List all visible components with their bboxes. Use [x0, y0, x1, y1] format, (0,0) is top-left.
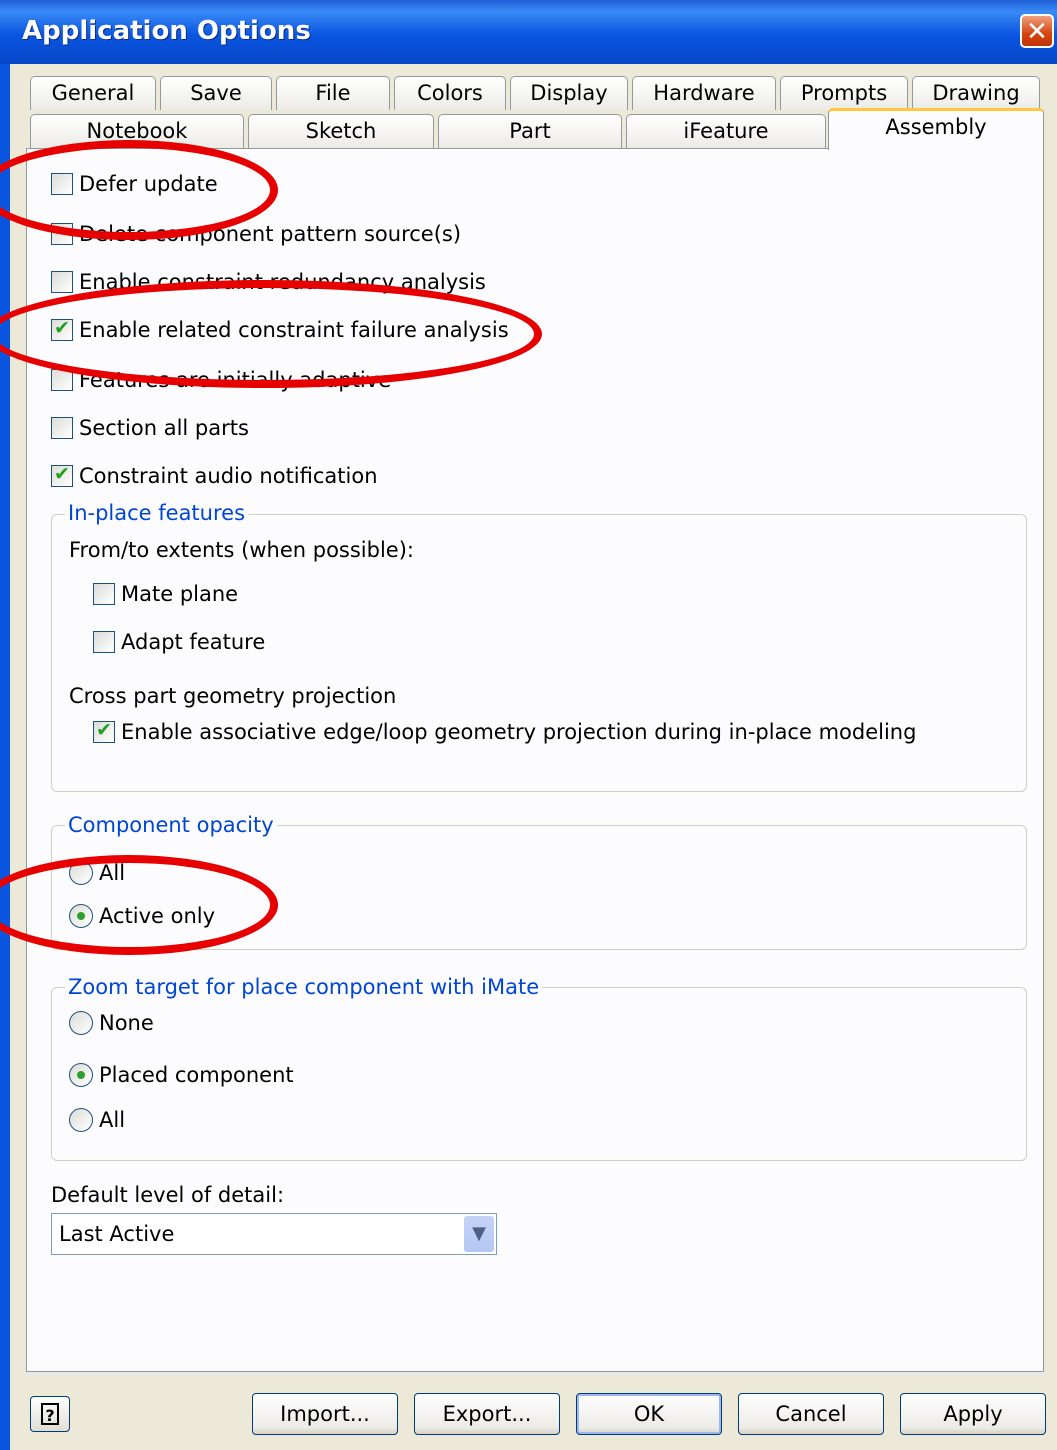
- export-button[interactable]: Export...: [414, 1393, 560, 1435]
- failure-analysis-label: Enable related constraint failure analys…: [79, 318, 509, 342]
- section-all-parts-checkbox[interactable]: [51, 417, 73, 439]
- extents-label: From/to extents (when possible):: [69, 538, 414, 562]
- opacity-all-option[interactable]: All: [69, 858, 125, 888]
- close-button[interactable]: ✕: [1020, 14, 1054, 48]
- assembly-tab-panel: Defer update Delete component pattern so…: [26, 148, 1044, 1372]
- window-title: Application Options: [22, 16, 311, 46]
- zoom-all-label: All: [99, 1108, 126, 1132]
- zoom-placed-component-label: Placed component: [99, 1063, 294, 1087]
- failure-analysis-checkbox[interactable]: [51, 317, 73, 341]
- adapt-feature-checkbox[interactable]: [93, 631, 115, 653]
- application-options-dialog: Application Options ✕ General Save File …: [0, 0, 1057, 1450]
- associative-projection-checkbox[interactable]: [93, 719, 115, 743]
- chevron-down-icon[interactable]: ▼: [464, 1216, 494, 1252]
- title-bar: Application Options ✕: [0, 0, 1057, 64]
- tab-prompts[interactable]: Prompts: [780, 76, 908, 110]
- component-opacity-group: [51, 825, 1027, 950]
- tab-general[interactable]: General: [30, 76, 156, 110]
- delete-pattern-source-option[interactable]: Delete component pattern source(s): [51, 219, 461, 249]
- defer-update-checkbox[interactable]: [51, 173, 73, 195]
- delete-pattern-source-checkbox[interactable]: [51, 223, 73, 245]
- zoom-target-legend: Zoom target for place component with iMa…: [65, 975, 543, 999]
- mate-plane-label: Mate plane: [121, 582, 239, 606]
- redundancy-analysis-checkbox[interactable]: [51, 271, 73, 293]
- apply-button[interactable]: Apply: [900, 1393, 1046, 1435]
- tab-save[interactable]: Save: [160, 76, 272, 110]
- mate-plane-checkbox[interactable]: [93, 583, 115, 605]
- associative-projection-label: Enable associative edge/loop geometry pr…: [121, 720, 917, 744]
- redundancy-analysis-label: Enable constraint redundancy analysis: [79, 270, 486, 294]
- zoom-none-label: None: [99, 1011, 154, 1035]
- opacity-all-radio[interactable]: [69, 861, 93, 885]
- tab-file[interactable]: File: [276, 76, 390, 110]
- zoom-placed-component-radio[interactable]: [69, 1063, 93, 1087]
- audio-notification-label: Constraint audio notification: [79, 464, 378, 488]
- tab-drawing[interactable]: Drawing: [912, 76, 1040, 110]
- zoom-all-radio[interactable]: [69, 1108, 93, 1132]
- window-frame: [0, 64, 10, 1450]
- cross-part-projection-label: Cross part geometry projection: [69, 684, 397, 708]
- level-of-detail-value: Last Active: [59, 1222, 175, 1246]
- tab-ifeature[interactable]: iFeature: [626, 114, 826, 148]
- inplace-features-legend: In-place features: [65, 501, 249, 525]
- tab-notebook[interactable]: Notebook: [30, 114, 244, 148]
- level-of-detail-label: Default level of detail:: [51, 1183, 285, 1207]
- tab-display[interactable]: Display: [510, 76, 628, 110]
- opacity-active-only-radio[interactable]: [69, 904, 93, 928]
- audio-notification-checkbox[interactable]: [51, 463, 73, 487]
- opacity-all-label: All: [99, 861, 126, 885]
- tab-hardware[interactable]: Hardware: [632, 76, 776, 110]
- adapt-feature-option[interactable]: Adapt feature: [93, 627, 265, 657]
- tab-part[interactable]: Part: [438, 114, 622, 148]
- initially-adaptive-option[interactable]: Features are initially adaptive: [51, 365, 391, 395]
- cancel-button[interactable]: Cancel: [738, 1393, 884, 1435]
- import-button[interactable]: Import...: [252, 1393, 398, 1435]
- associative-projection-option[interactable]: Enable associative edge/loop geometry pr…: [93, 717, 916, 747]
- tab-colors[interactable]: Colors: [394, 76, 506, 110]
- tab-assembly[interactable]: Assembly: [828, 108, 1044, 150]
- help-button[interactable]: ?: [30, 1396, 70, 1432]
- opacity-active-only-option[interactable]: Active only: [69, 901, 215, 931]
- audio-notification-option[interactable]: Constraint audio notification: [51, 461, 378, 491]
- zoom-none-radio[interactable]: [69, 1011, 93, 1035]
- zoom-placed-component-option[interactable]: Placed component: [69, 1060, 294, 1090]
- redundancy-analysis-option[interactable]: Enable constraint redundancy analysis: [51, 267, 486, 297]
- initially-adaptive-checkbox[interactable]: [51, 369, 73, 391]
- section-all-parts-option[interactable]: Section all parts: [51, 413, 249, 443]
- component-opacity-legend: Component opacity: [65, 813, 277, 837]
- zoom-none-option[interactable]: None: [69, 1008, 154, 1038]
- delete-pattern-source-label: Delete component pattern source(s): [79, 222, 462, 246]
- help-icon: ?: [41, 1403, 59, 1425]
- ok-button[interactable]: OK: [576, 1393, 722, 1435]
- zoom-all-option[interactable]: All: [69, 1105, 125, 1135]
- level-of-detail-select[interactable]: Last Active ▼: [51, 1213, 497, 1255]
- section-all-parts-label: Section all parts: [79, 416, 249, 440]
- initially-adaptive-label: Features are initially adaptive: [79, 368, 392, 392]
- failure-analysis-option[interactable]: Enable related constraint failure analys…: [51, 315, 509, 345]
- defer-update-option[interactable]: Defer update: [51, 169, 218, 199]
- adapt-feature-label: Adapt feature: [121, 630, 266, 654]
- defer-update-label: Defer update: [79, 172, 218, 196]
- mate-plane-option[interactable]: Mate plane: [93, 579, 238, 609]
- opacity-active-only-label: Active only: [99, 904, 216, 928]
- tab-sketch[interactable]: Sketch: [248, 114, 434, 148]
